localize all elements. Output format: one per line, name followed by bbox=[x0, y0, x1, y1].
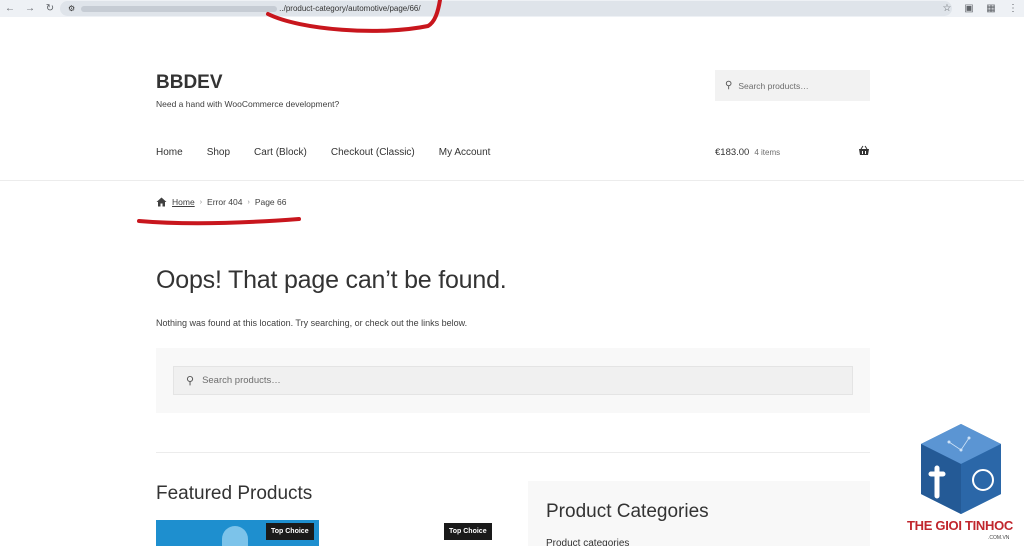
search-panel: ⚲ bbox=[156, 348, 870, 413]
chevron-right-icon: › bbox=[199, 198, 203, 206]
url-redacted bbox=[81, 5, 278, 12]
product-shape bbox=[222, 526, 248, 546]
watermark-text: THE GIOI TINHOC bbox=[907, 518, 1014, 533]
breadcrumb-page: Page 66 bbox=[254, 197, 287, 207]
back-icon[interactable]: ← bbox=[0, 0, 20, 17]
nav-cart-block[interactable]: Cart (Block) bbox=[254, 147, 307, 158]
not-found-message: Nothing was found at this location. Try … bbox=[156, 318, 468, 328]
product-categories-widget: Product Categories Product categories bbox=[528, 481, 870, 546]
reload-icon[interactable]: ↻ bbox=[40, 0, 60, 17]
watermark-subtext: .COM.VN bbox=[988, 535, 1010, 541]
bookmark-star-icon[interactable]: ☆ bbox=[936, 3, 958, 14]
nav-shop[interactable]: Shop bbox=[207, 147, 230, 158]
breadcrumb-error: Error 404 bbox=[207, 197, 243, 207]
basket-icon[interactable] bbox=[858, 145, 870, 157]
header-search-input[interactable] bbox=[738, 80, 859, 91]
featured-products-title: Featured Products bbox=[156, 483, 313, 504]
product-search[interactable]: ⚲ bbox=[173, 366, 853, 395]
search-icon: ⚲ bbox=[725, 80, 733, 91]
search-icon: ⚲ bbox=[186, 375, 195, 387]
top-choice-badge: Top Choice bbox=[266, 523, 314, 540]
content-divider bbox=[156, 452, 870, 453]
site-info-icon[interactable]: ⚙ bbox=[68, 4, 75, 13]
header-divider bbox=[0, 180, 1024, 181]
cart-amount: €183.00 bbox=[715, 147, 750, 158]
top-choice-badge: Top Choice bbox=[444, 523, 492, 540]
product-categories-select[interactable]: Product categories bbox=[546, 538, 629, 546]
header-cart[interactable]: €183.00 4 items bbox=[715, 145, 870, 158]
menu-icon[interactable]: ⋮ bbox=[1002, 3, 1024, 14]
primary-navigation: Home Shop Cart (Block) Checkout (Classic… bbox=[156, 147, 514, 158]
browser-toolbar: ← → ↻ ⚙ ../product-category/automotive/p… bbox=[0, 0, 1024, 17]
nav-checkout-classic[interactable]: Checkout (Classic) bbox=[331, 147, 415, 158]
site-title[interactable]: BBDEV bbox=[156, 72, 223, 94]
address-bar[interactable]: ⚙ ../product-category/automotive/page/66… bbox=[60, 1, 952, 16]
nav-my-account[interactable]: My Account bbox=[439, 147, 491, 158]
product-search-input[interactable] bbox=[202, 375, 803, 386]
annotation-breadcrumb-underline bbox=[137, 217, 301, 226]
home-icon bbox=[156, 197, 167, 207]
page-title: Oops! That page can’t be found. bbox=[156, 266, 507, 294]
forward-icon[interactable]: → bbox=[20, 0, 40, 17]
breadcrumb-home-link[interactable]: Home bbox=[172, 197, 195, 207]
breadcrumb: Home › Error 404 › Page 66 bbox=[156, 197, 286, 207]
extension-icon[interactable]: ▣ bbox=[958, 3, 980, 14]
nav-home[interactable]: Home bbox=[156, 147, 183, 158]
product-categories-title: Product Categories bbox=[546, 501, 709, 522]
site-tagline: Need a hand with WooCommerce development… bbox=[156, 99, 340, 109]
cart-count: 4 items bbox=[754, 148, 781, 157]
chevron-right-icon: › bbox=[247, 198, 250, 206]
url-text: ../product-category/automotive/page/66/ bbox=[279, 4, 421, 13]
header-search[interactable]: ⚲ bbox=[715, 70, 870, 101]
puzzle-icon[interactable]: ▦ bbox=[980, 3, 1002, 14]
